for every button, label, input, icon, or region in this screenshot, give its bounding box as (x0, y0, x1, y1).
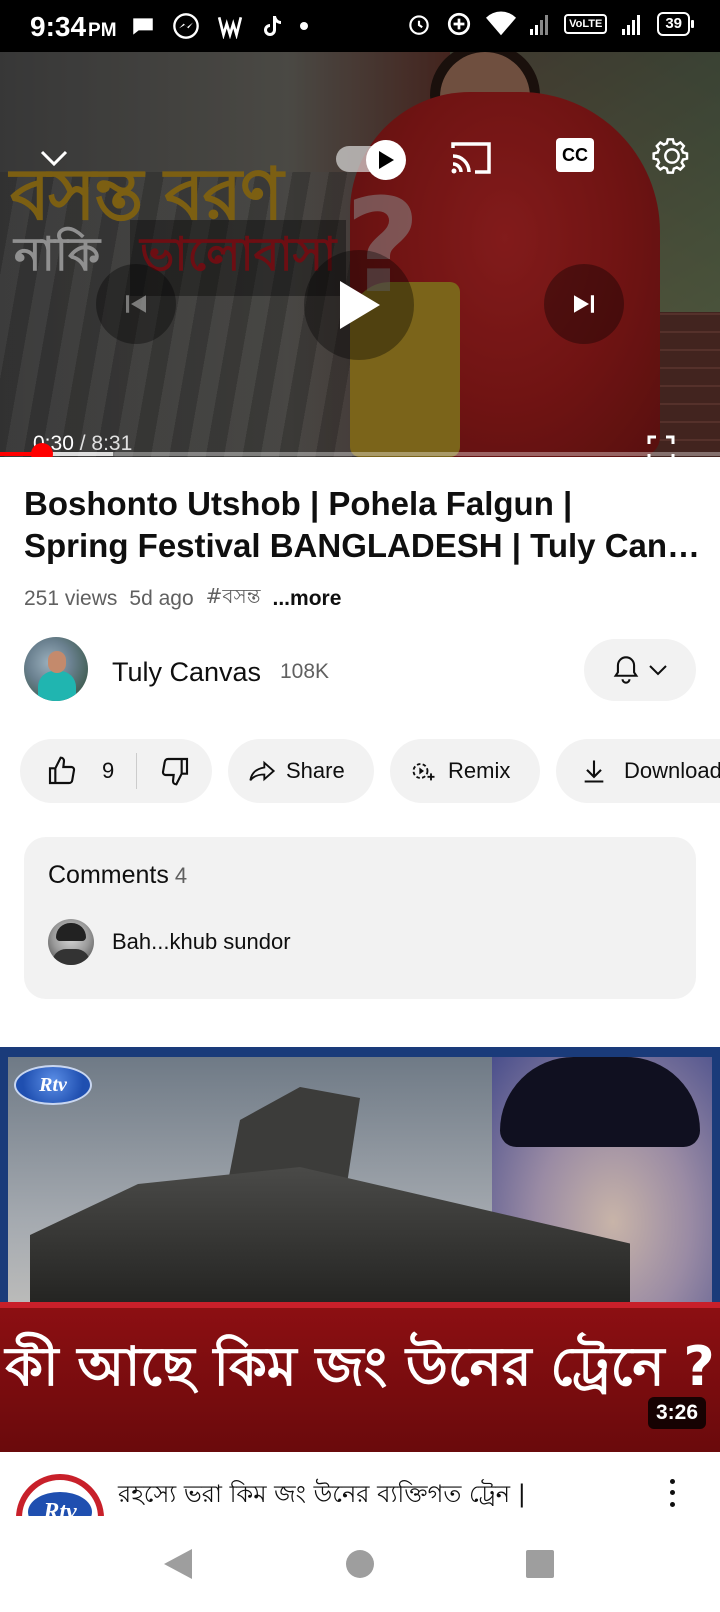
share-label: Share (286, 758, 345, 783)
video-player[interactable]: বসন্ত বরণ ? নাকি ভালোবাসা CC 0:30 / 8:31 (0, 52, 720, 457)
recents-square-icon (526, 1550, 554, 1578)
dot-icon (669, 1479, 675, 1485)
dot-icon (669, 1501, 675, 1507)
notification-bell-button[interactable] (584, 639, 696, 701)
clock: 9:34 PM (30, 11, 117, 42)
cast-button[interactable] (446, 136, 496, 180)
commenter-hair (56, 923, 86, 941)
skip-next-icon (574, 295, 594, 313)
notification-icons (130, 12, 308, 40)
back-triangle-icon (164, 1549, 192, 1579)
commenter-avatar (48, 919, 94, 965)
signal-icon (530, 15, 549, 35)
autoplay-toggle-knob (366, 140, 406, 180)
dislike-button[interactable] (159, 755, 191, 787)
system-icons: VoLTE 39 (406, 11, 694, 37)
settings-button[interactable] (648, 132, 696, 180)
upload-age: 5d ago (129, 586, 194, 610)
download-icon (584, 760, 604, 783)
recents-button[interactable] (520, 1544, 560, 1584)
chevron-down-icon (40, 150, 68, 167)
video-title[interactable]: Boshonto Utshob | Pohela Falgun | Spring… (24, 483, 704, 567)
bell-icon (613, 656, 639, 684)
more-options-button[interactable] (660, 1476, 684, 1510)
action-bar: 9 Share Remix Download (0, 739, 720, 805)
alarm-icon (409, 15, 429, 35)
volte-badge: VoLTE (564, 14, 608, 34)
play-icon-small (379, 151, 394, 169)
comments-header: Comments 4 (48, 861, 187, 890)
commenter-body (52, 949, 90, 965)
like-button[interactable]: 9 (46, 755, 114, 787)
play-button[interactable] (304, 250, 414, 360)
previous-video-button[interactable] (96, 264, 176, 344)
more-description-link[interactable]: ...more (273, 587, 342, 611)
share-icon (249, 760, 276, 782)
comments-count: 4 (174, 863, 188, 888)
more-notifications-dot-icon (300, 22, 308, 30)
dot-icon (669, 1490, 675, 1496)
battery-indicator: 39 (657, 12, 694, 36)
video-title-line2: Spring Festival BANGLADESH | Tuly Canvas (24, 527, 704, 564)
hashtag[interactable]: #বসন্ত (206, 582, 261, 615)
minimize-player-button[interactable] (28, 132, 80, 184)
video-meta[interactable]: 251 views 5d ago #বসন্ত ...more (24, 582, 341, 615)
remix-label: Remix (448, 758, 511, 783)
view-count: 251 views (24, 586, 118, 610)
channel-avatar[interactable] (24, 637, 88, 701)
subscriber-count: 108K (280, 660, 330, 683)
data-saver-icon (448, 12, 471, 36)
remix-icon (412, 763, 435, 781)
back-button[interactable] (158, 1544, 198, 1584)
play-icon (340, 281, 380, 329)
tiktok-icon (264, 16, 281, 36)
skip-previous-icon (126, 295, 146, 313)
avatar-face (48, 651, 66, 673)
remix-button[interactable]: Remix (390, 739, 540, 803)
download-label: Download (624, 758, 720, 783)
thumbs-up-icon (48, 756, 76, 785)
system-navigation-bar (0, 1516, 720, 1612)
signal-icon-2 (622, 15, 641, 35)
like-dislike-pill: 9 (20, 739, 212, 803)
video-info-panel: Boshonto Utshob | Pohela Falgun | Spring… (0, 457, 720, 1057)
cast-icon (451, 142, 491, 174)
captions-button[interactable]: CC (556, 138, 594, 172)
gear-icon (652, 138, 689, 174)
next-video-title[interactable]: রহস্যে ভরা কিম জং উনের ব্যক্তিগত ট্রেন | (118, 1476, 526, 1516)
avatar-shirt (38, 671, 76, 701)
thumbs-down-icon (162, 757, 189, 786)
home-circle-icon (346, 1550, 374, 1578)
video-title-line1: Boshonto Utshob | Pohela Falgun | (24, 485, 573, 522)
channel-name[interactable]: Tuly Canvas (112, 657, 261, 688)
app-logo-icon (217, 17, 243, 39)
download-button[interactable]: Download (556, 739, 720, 803)
chevron-down-icon (649, 665, 667, 676)
autoplay-toggle[interactable] (336, 140, 408, 180)
thumb-headline: কী আছে কিম জং উনের ট্রেনে ? (5, 1335, 715, 1398)
like-divider (136, 753, 138, 789)
like-count: 9 (102, 758, 115, 783)
thumb-portrait-hair (500, 1057, 700, 1147)
rtv-logo: Rtv (14, 1065, 92, 1105)
top-comment-text: Bah...khub sundor (112, 929, 291, 954)
chat-bubble-icon (133, 18, 153, 35)
status-bar: 9:34 PM VoLTE 39 (0, 0, 720, 52)
comments-title: Comments (48, 861, 169, 889)
messenger-icon (173, 13, 199, 39)
comments-panel[interactable]: Comments 4 Bah...khub sundor (24, 837, 696, 999)
home-button[interactable] (340, 1544, 380, 1584)
channel-row: Tuly Canvas 108K (0, 637, 720, 707)
next-video-button[interactable] (544, 264, 624, 344)
next-video-thumbnail[interactable]: Rtv কী আছে কিম জং উনের ট্রেনে ? 3:26 (0, 1047, 720, 1452)
progress-bar[interactable] (0, 443, 720, 465)
share-button[interactable]: Share (228, 739, 374, 803)
wifi-icon (486, 11, 517, 36)
next-video-info[interactable]: Rtv রহস্যে ভরা কিম জং উনের ব্যক্তিগত ট্র… (0, 1452, 720, 1562)
video-duration-badge: 3:26 (647, 1397, 706, 1429)
